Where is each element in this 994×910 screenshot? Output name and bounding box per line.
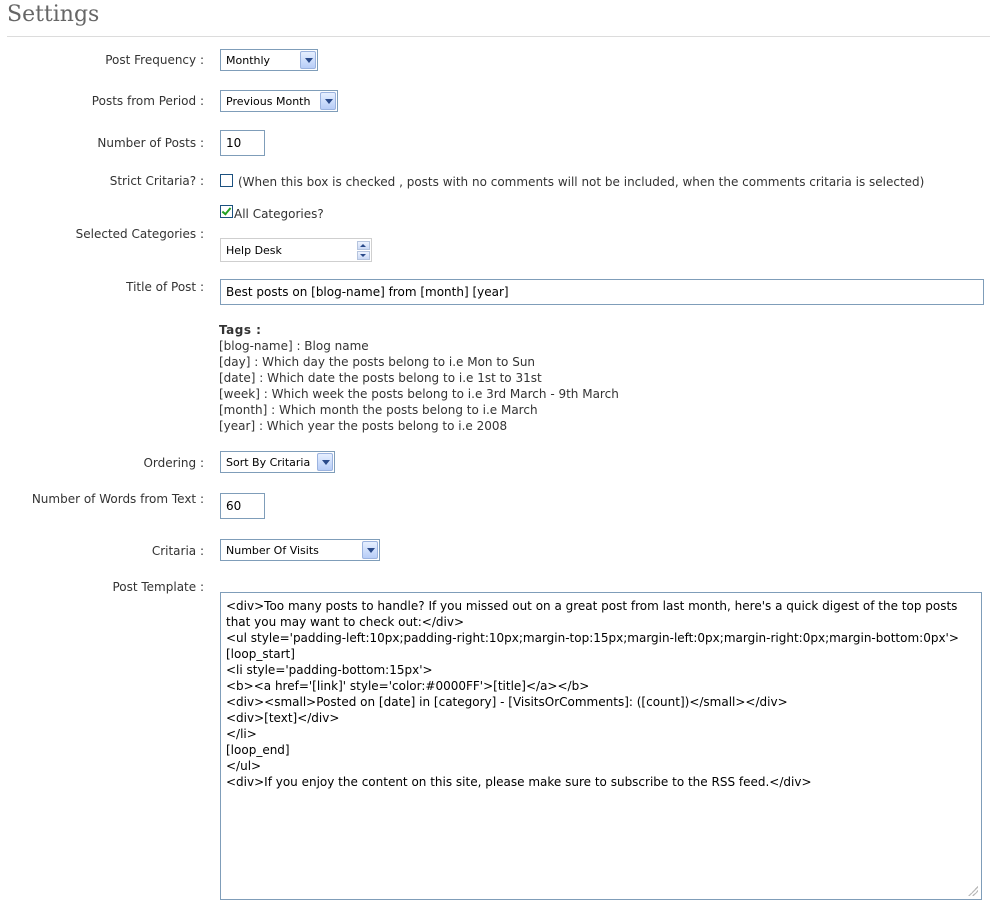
tag-item: [day] : Which day the posts belong to i.… [219,355,536,369]
page-title: Settings [7,2,100,27]
resize-grip-icon[interactable] [968,886,978,896]
title-divider [7,36,990,37]
all-categories-label: All Categories? [234,207,324,221]
tag-item: [date] : Which date the posts belong to … [219,371,542,385]
critaria-value: Number Of Visits [226,544,319,557]
spin-down-icon[interactable] [357,251,370,260]
spin-up-icon[interactable] [357,241,370,250]
chevron-down-icon[interactable] [317,453,333,471]
ordering-value: Sort By Critaria [226,456,311,469]
chevron-down-icon[interactable] [300,51,316,69]
selected-categories-label: Selected Categories : [75,227,204,241]
tags-help: Tags : [blog-name] : Blog name [day] : W… [219,322,619,434]
tags-title: Tags : [219,323,262,337]
post-frequency-select[interactable]: Monthly [220,49,318,71]
number-of-posts-input[interactable]: 10 [220,130,265,156]
posts-from-period-select[interactable]: Previous Month [220,90,338,112]
post-template-label: Post Template : [112,580,204,594]
chevron-down-icon[interactable] [362,541,378,559]
selected-category-item[interactable]: Help Desk [226,244,282,257]
selected-categories-listbox[interactable]: Help Desk [220,238,372,262]
strict-critaria-checkbox[interactable] [220,174,233,187]
post-frequency-label: Post Frequency : [105,53,204,67]
critaria-select[interactable]: Number Of Visits [220,539,380,561]
posts-from-period-value: Previous Month [226,95,311,108]
tag-item: [blog-name] : Blog name [219,339,369,353]
title-of-post-input[interactable]: Best posts on [blog-name] from [month] [… [220,279,984,305]
ordering-label: Ordering : [143,456,204,470]
tag-item: [year] : Which year the posts belong to … [219,419,508,433]
title-of-post-label: Title of Post : [126,280,204,294]
posts-from-period-label: Posts from Period : [91,94,204,108]
ordering-select[interactable]: Sort By Critaria [220,451,335,473]
tag-item: [week] : Which week the posts belong to … [219,387,619,401]
tag-item: [month] : Which month the posts belong t… [219,403,538,417]
post-frequency-value: Monthly [226,54,271,67]
critaria-label: Critaria : [151,544,204,558]
chevron-down-icon[interactable] [320,92,336,110]
all-categories-checkbox[interactable] [220,205,233,218]
number-of-words-input[interactable]: 60 [220,493,265,519]
post-template-textarea[interactable]: <div>Too many posts to handle? If you mi… [220,592,982,900]
strict-critaria-note: (When this box is checked , posts with n… [238,175,925,189]
number-of-words-label: Number of Words from Text : [31,492,204,506]
strict-critaria-label: Strict Critaria? : [109,174,204,188]
number-of-posts-label: Number of Posts : [97,136,204,150]
